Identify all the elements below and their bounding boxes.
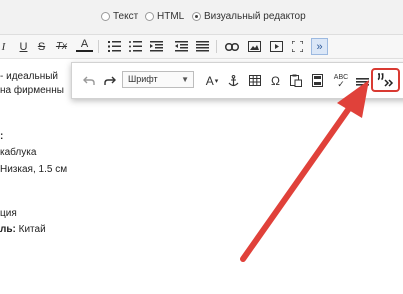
toolbar-divider	[216, 40, 217, 53]
chevron-down-icon: ▾	[214, 77, 219, 85]
checkmark-icon: ✓	[337, 78, 345, 89]
numbered-list-button[interactable]	[106, 38, 123, 55]
insert-video-button[interactable]	[268, 38, 285, 55]
format-toolbar: I U S Tx A »	[0, 35, 403, 59]
text-line: ция	[0, 208, 17, 219]
mode-option-label: Визуальный редактор	[204, 10, 306, 22]
mode-option-visual[interactable]: Визуальный редактор	[192, 9, 306, 23]
redo-button[interactable]	[101, 72, 118, 89]
font-family-select[interactable]: Шрифт ▼	[122, 71, 194, 88]
highlight-frame	[371, 68, 400, 92]
text-color-button[interactable]: A	[76, 38, 93, 52]
italic-icon: I	[1, 40, 6, 53]
text-line: Низкая, 1.5 см	[0, 164, 68, 175]
extended-toolbar-popup: Шрифт ▼ A ▾ Ω ABC ✓	[71, 62, 403, 99]
indent-button[interactable]	[173, 38, 190, 55]
horizontal-rule-icon	[356, 77, 369, 86]
font-size-button[interactable]: A ▾	[201, 72, 223, 89]
link-icon	[224, 42, 239, 51]
omega-icon: Ω	[271, 73, 280, 88]
video-icon	[270, 41, 283, 52]
mode-option-label: HTML	[157, 10, 185, 22]
toolbar-divider	[98, 40, 99, 53]
document-icon	[312, 74, 323, 87]
text-line: на фирменны	[0, 85, 64, 96]
undo-button[interactable]	[80, 72, 97, 89]
text-value: Китай	[15, 224, 46, 235]
anchor-button[interactable]	[225, 72, 242, 89]
toolbar-toggle-button[interactable]: »	[311, 38, 328, 55]
clear-format-button[interactable]: Tx	[53, 38, 70, 55]
bulleted-list-button[interactable]	[127, 38, 144, 55]
justify-icon	[196, 41, 209, 52]
clear-format-icon: Tx	[55, 41, 68, 52]
undo-icon	[82, 76, 95, 85]
strikethrough-icon: S	[37, 40, 46, 53]
bulleted-list-icon	[129, 41, 142, 52]
numbered-list-icon	[108, 41, 121, 52]
outdent-button[interactable]	[148, 38, 165, 55]
insert-link-button[interactable]	[223, 38, 240, 55]
mode-option-text[interactable]: Текст	[101, 9, 138, 23]
insert-image-button[interactable]	[246, 38, 263, 55]
text-label: ль:	[0, 224, 16, 235]
text-line: - идеальный	[0, 71, 58, 82]
special-char-button[interactable]: Ω	[267, 72, 284, 89]
indent-icon	[175, 41, 188, 52]
strikethrough-button[interactable]: S	[33, 38, 50, 55]
table-icon	[248, 75, 261, 86]
underline-icon: U	[19, 40, 28, 53]
outdent-icon	[150, 41, 163, 52]
radio-icon[interactable]	[145, 11, 154, 21]
horizontal-line-button[interactable]	[354, 72, 371, 89]
mode-option-html[interactable]: HTML	[145, 9, 184, 23]
radio-icon[interactable]	[101, 11, 110, 21]
editor-mode-selector: Текст HTML Визуальный редактор	[0, 0, 403, 35]
spellcheck-button[interactable]: ABC ✓	[331, 72, 351, 89]
paste-text-button[interactable]	[287, 72, 304, 89]
insert-table-button[interactable]	[246, 72, 263, 89]
radio-checked-icon[interactable]	[192, 11, 201, 21]
paste-word-button[interactable]	[309, 72, 326, 89]
redo-icon	[103, 76, 116, 85]
text-color-icon: A	[80, 38, 89, 50]
chevron-down-icon: ▼	[181, 75, 189, 84]
fullscreen-icon	[292, 41, 303, 52]
anchor-icon	[228, 74, 239, 86]
image-icon	[248, 41, 261, 52]
justify-button[interactable]	[194, 38, 211, 55]
text-line: каблука	[0, 147, 37, 158]
fullscreen-button[interactable]	[289, 38, 306, 55]
italic-button[interactable]: I	[0, 38, 12, 55]
font-select-value: Шрифт	[128, 74, 158, 84]
double-chevron-icon: »	[316, 40, 323, 53]
text-line: :	[0, 131, 4, 142]
font-size-icon: A	[205, 73, 214, 88]
mode-option-label: Текст	[113, 10, 139, 22]
underline-button[interactable]: U	[15, 38, 32, 55]
paste-icon	[289, 74, 302, 87]
text-line: ль: Китай	[0, 224, 46, 235]
